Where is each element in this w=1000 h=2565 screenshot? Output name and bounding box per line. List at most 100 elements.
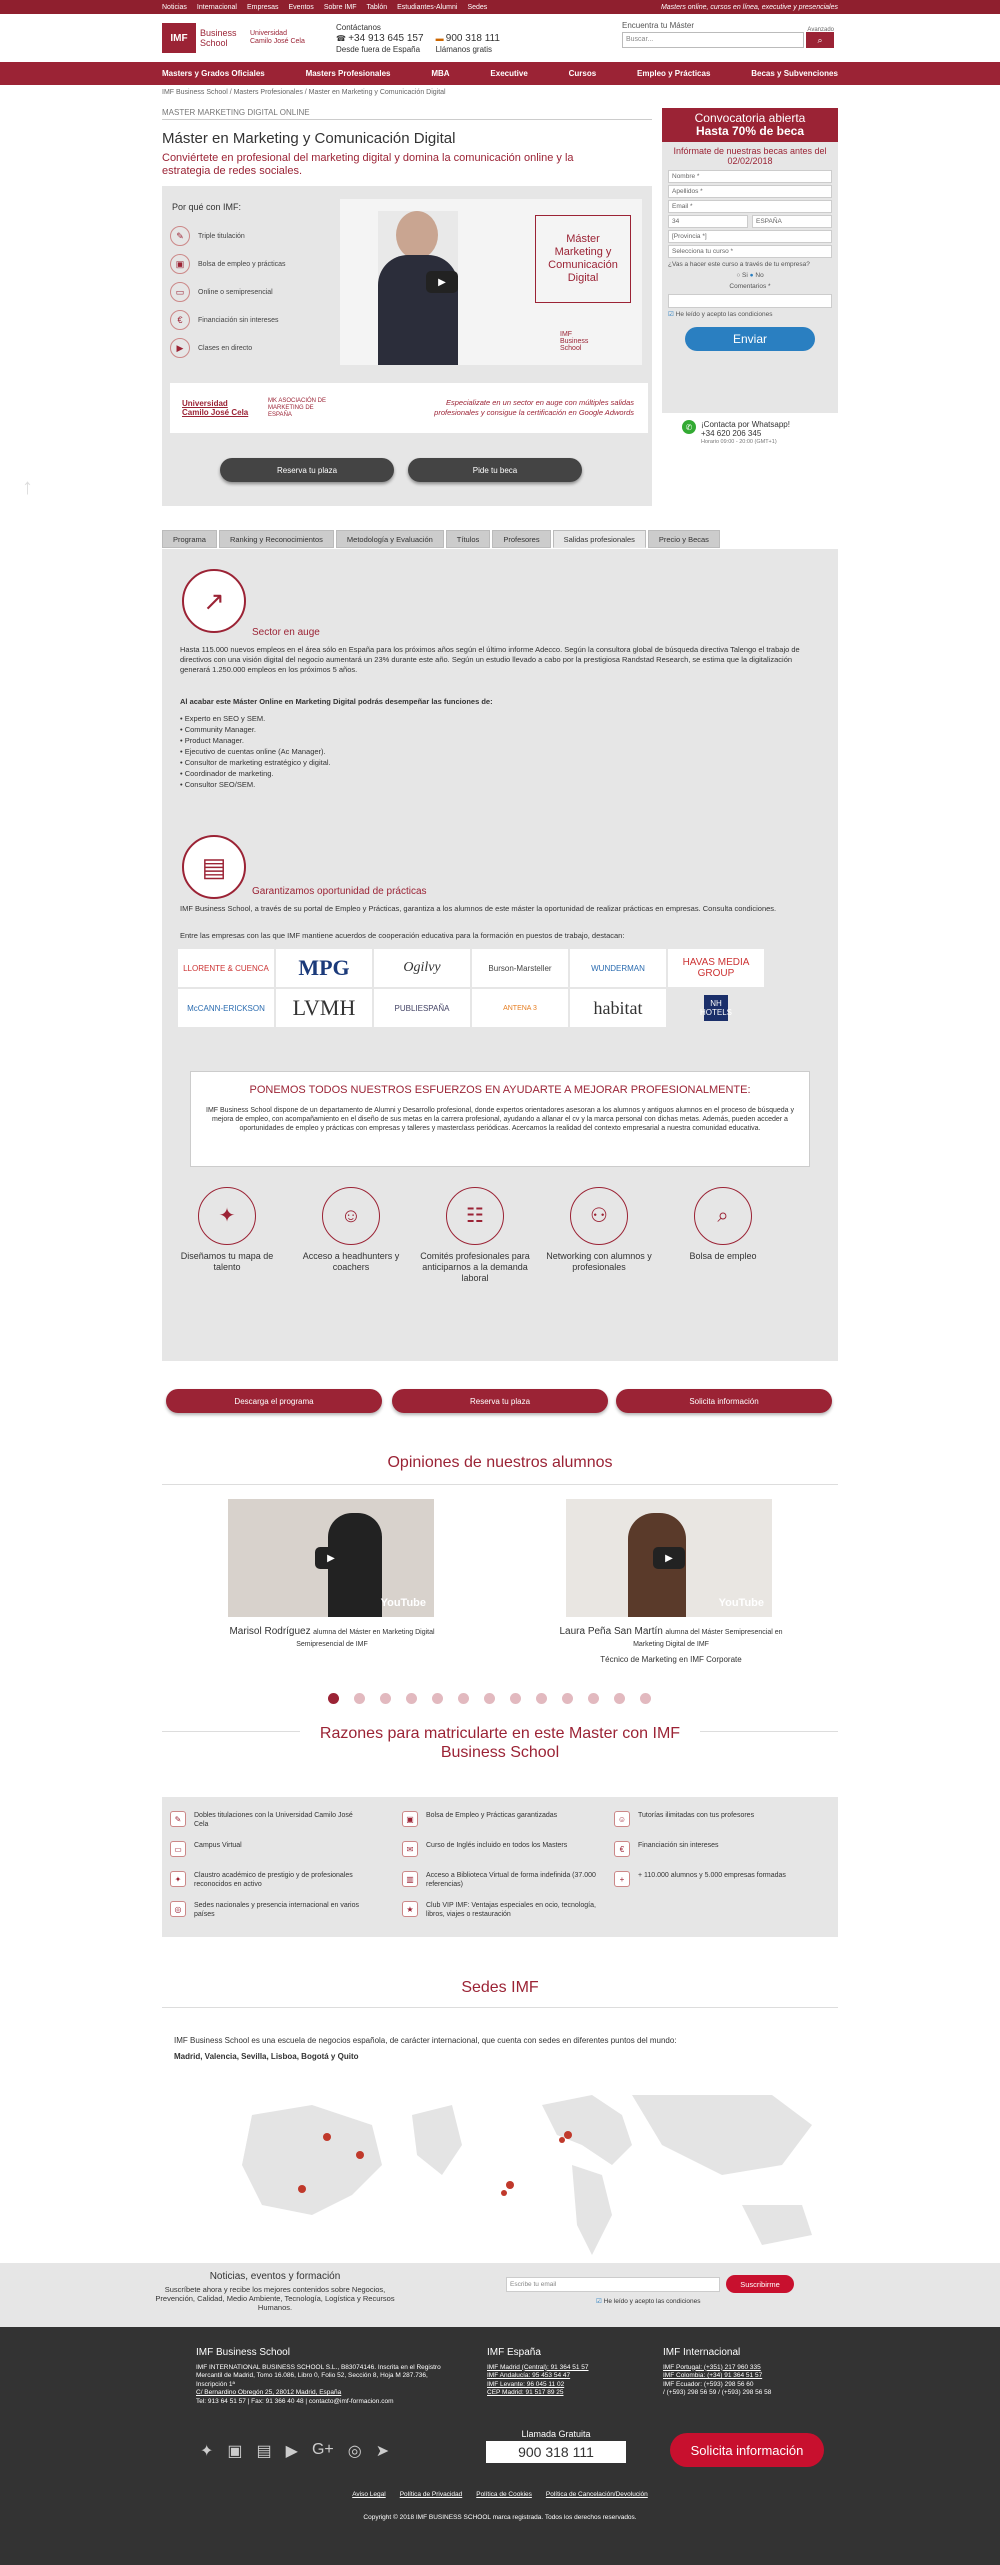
tab-metodologia[interactable]: Metodología y Evaluación	[335, 530, 444, 548]
play-icon[interactable]: ▶	[426, 271, 458, 293]
legal-link[interactable]: Política de Privacidad	[400, 2491, 463, 2498]
submit-button[interactable]: Enviar	[685, 327, 815, 351]
instagram-icon[interactable]: ◎	[348, 2441, 362, 2461]
nav-item[interactable]: Becas y Subvenciones	[751, 69, 838, 78]
legal-link[interactable]: Política de Cancelación/Devolución	[546, 2491, 648, 2498]
email-field[interactable]: Email *	[668, 200, 832, 213]
top-link[interactable]: Tablón	[367, 4, 388, 11]
carousel-dot[interactable]	[484, 1693, 495, 1704]
tab-titulos[interactable]: Títulos	[445, 530, 491, 548]
carousel-dot[interactable]	[562, 1693, 573, 1704]
name-field[interactable]: Nombre *	[668, 170, 832, 183]
course-select[interactable]: Selecciona tu curso *	[668, 245, 832, 258]
scroll-top-icon[interactable]: ↑	[22, 474, 33, 500]
tab-programa[interactable]: Programa	[162, 530, 217, 548]
scholarship-button[interactable]: Pide tu beca	[408, 458, 582, 482]
service-item: ☺ Acceso a headhunters y coachers	[296, 1187, 406, 1273]
search-input[interactable]: Buscar...	[622, 32, 804, 48]
carousel-dot[interactable]	[380, 1693, 391, 1704]
footer-link[interactable]: CEP Madrid: 91 517 89 25	[487, 2389, 647, 2398]
checkbox-icon[interactable]: ☑	[596, 2298, 602, 2305]
footer-link[interactable]: IMF Madrid (Central): 91 364 51 57	[487, 2364, 647, 2373]
twitter-icon[interactable]: ✦	[200, 2441, 213, 2461]
nav-item[interactable]: Executive	[490, 69, 527, 78]
legal-link[interactable]: Aviso Legal	[352, 2491, 386, 2498]
carousel-dot[interactable]	[432, 1693, 443, 1704]
company-logo: WUNDERMAN	[570, 949, 666, 987]
benefit-item: ▭ Online o semipresencial	[170, 282, 273, 302]
free-call-label: Llamada Gratuita	[521, 2429, 591, 2439]
tab-precio[interactable]: Precio y Becas	[647, 530, 720, 548]
advanced-link[interactable]: Avanzado	[807, 27, 834, 33]
footer-link[interactable]: IMF Colombia: (+34) 91 364 51 57	[663, 2372, 833, 2381]
footer-link[interactable]: IMF Portugal: (+351) 217 960 335	[663, 2364, 833, 2373]
legal-link[interactable]: Política de Cookies	[476, 2491, 532, 2498]
request-info-button[interactable]: Solicita información	[616, 1389, 832, 1413]
checkbox-icon[interactable]: ☑	[668, 311, 674, 318]
facebook-icon[interactable]: ▣	[227, 2441, 242, 2461]
carousel-dot[interactable]	[354, 1693, 365, 1704]
newsletter-text: Suscríbete ahora y recibe los mejores co…	[155, 2285, 395, 2312]
nav-item[interactable]: Cursos	[569, 69, 597, 78]
top-link[interactable]: Sedes	[467, 4, 487, 11]
top-link[interactable]: Estudiantes-Alumni	[397, 4, 457, 11]
top-link[interactable]: Noticias	[162, 4, 187, 11]
play-icon[interactable]: ▶	[653, 1547, 685, 1569]
reserve-button[interactable]: Reserva tu plaza	[220, 458, 394, 482]
play-icon[interactable]: ▶	[315, 1547, 347, 1569]
top-link[interactable]: Internacional	[197, 4, 237, 11]
whatsapp-contact[interactable]: ✆ ¡Contacta por Whatsapp! +34 620 206 345…	[682, 420, 790, 447]
top-link[interactable]: Sobre IMF	[324, 4, 357, 11]
nav-item[interactable]: Masters y Grados Oficiales	[162, 69, 265, 78]
footer-request-info-button[interactable]: Solicita información	[670, 2433, 824, 2467]
province-select[interactable]: [Provincia *]	[668, 230, 832, 243]
top-link[interactable]: Eventos	[289, 4, 314, 11]
surname-field[interactable]: Apellidos *	[668, 185, 832, 198]
prefix-field[interactable]: 34	[668, 215, 748, 228]
carousel-dot[interactable]	[536, 1693, 547, 1704]
footer-link[interactable]: IMF Ecuador: (+593) 298 56 60	[663, 2381, 833, 2390]
carousel-dot[interactable]	[328, 1693, 339, 1704]
comments-field[interactable]	[668, 294, 832, 308]
footer-link[interactable]: IMF Levante: 96 045 11 02	[487, 2381, 647, 2390]
testimonial-video[interactable]: ▶ YouTube	[566, 1499, 772, 1617]
search-icon[interactable]: ⌕	[806, 32, 834, 48]
carousel-dot[interactable]	[614, 1693, 625, 1704]
footer-address[interactable]: C/ Bernardino Obregón 25, 28012 Madrid, …	[196, 2389, 456, 2398]
carousel-dot[interactable]	[588, 1693, 599, 1704]
imf-logo[interactable]: IMF	[162, 23, 196, 53]
tab-profesores[interactable]: Profesores	[492, 530, 551, 548]
download-program-button[interactable]: Descarga el programa	[166, 1389, 382, 1413]
nav-item[interactable]: MBA	[431, 69, 449, 78]
service-item: ⌕ Bolsa de empleo	[668, 1187, 778, 1262]
top-link[interactable]: Empresas	[247, 4, 279, 11]
youtube-icon[interactable]: ▶	[286, 2441, 298, 2461]
footer-link[interactable]: IMF Andalucía: 95 453 54 47	[487, 2372, 647, 2381]
tab-ranking[interactable]: Ranking y Reconocimientos	[218, 530, 334, 548]
free-call-number[interactable]: 900 318 111	[486, 2441, 626, 2463]
google-plus-icon[interactable]: G+	[312, 2441, 334, 2461]
nav-item[interactable]: Empleo y Prácticas	[637, 69, 710, 78]
footer-link[interactable]: / (+593) 298 56 59 / (+593) 298 56 58	[663, 2389, 833, 2398]
subscribe-button[interactable]: Suscribirme	[726, 2275, 794, 2293]
company-logo: NH HOTELS	[700, 995, 732, 1021]
carousel-dot[interactable]	[640, 1693, 651, 1704]
linkedin-icon[interactable]: ▤	[257, 2441, 272, 2461]
phone-free[interactable]: 900 318 111	[446, 33, 500, 44]
carousel-dot[interactable]	[510, 1693, 521, 1704]
reserve-place-button[interactable]: Reserva tu plaza	[392, 1389, 608, 1413]
library-icon: ▥	[402, 1871, 418, 1887]
country-select[interactable]: ESPAÑA	[752, 215, 832, 228]
testimonial-video[interactable]: ▶ YouTube	[228, 1499, 434, 1617]
company-logo: LVMH	[276, 989, 372, 1027]
free-call: Llamada Gratuita 900 318 111	[486, 2429, 626, 2463]
newsletter-email-input[interactable]: Escribe tu email	[506, 2277, 720, 2292]
phone-intl[interactable]: +34 913 645 157	[348, 33, 423, 44]
hero-video[interactable]: ▶ Máster Marketing y Comunicación Digita…	[340, 199, 642, 365]
tab-salidas[interactable]: Salidas profesionales	[552, 530, 646, 548]
carousel-dot[interactable]	[406, 1693, 417, 1704]
telegram-icon[interactable]: ➤	[376, 2441, 389, 2461]
carousel-dot[interactable]	[458, 1693, 469, 1704]
nav-item[interactable]: Masters Profesionales	[306, 69, 391, 78]
breadcrumb[interactable]: IMF Business School / Masters Profesiona…	[162, 89, 446, 96]
